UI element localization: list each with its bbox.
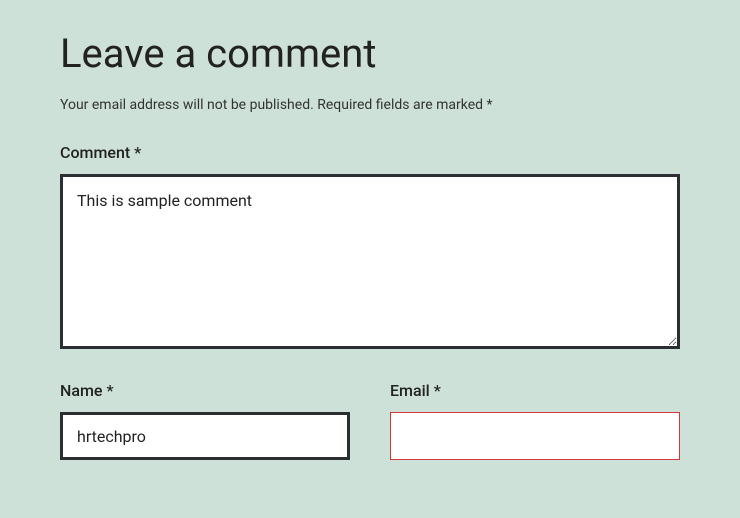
- comment-field-group: Comment *: [60, 143, 680, 353]
- email-input[interactable]: [390, 412, 680, 460]
- name-field-group: Name *: [60, 381, 350, 460]
- email-field-group: Email *: [390, 381, 680, 460]
- name-input[interactable]: [60, 412, 350, 460]
- name-label: Name *: [60, 381, 350, 400]
- comment-textarea[interactable]: [60, 174, 680, 349]
- comment-label: Comment *: [60, 143, 680, 162]
- email-label: Email *: [390, 381, 680, 400]
- page-title: Leave a comment: [60, 30, 680, 77]
- email-notice: Your email address will not be published…: [60, 97, 680, 113]
